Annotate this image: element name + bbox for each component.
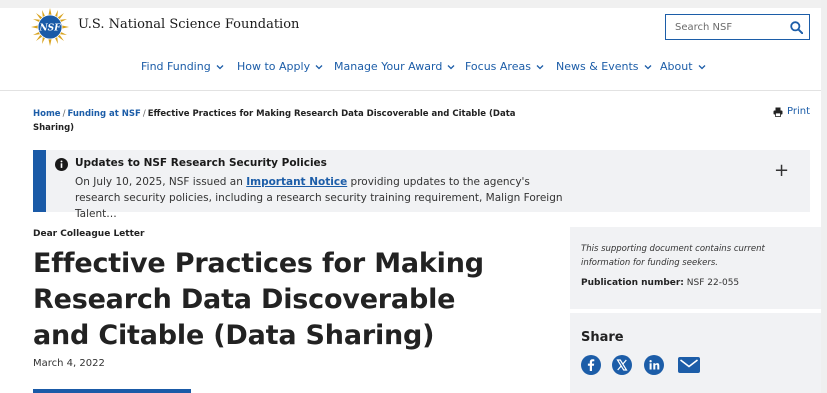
print-label: Print (787, 106, 811, 117)
nav-about[interactable]: About (660, 60, 706, 73)
breadcrumb: Home / Funding at NSF / Effective Practices … (33, 107, 533, 135)
print-button[interactable]: Print (773, 106, 810, 117)
title-underline (33, 389, 191, 393)
search-button[interactable] (784, 15, 808, 39)
top-strip (0, 0, 827, 8)
important-notice-link[interactable]: Important Notice (246, 176, 347, 188)
page-title: Effective Practices for Making Research … (33, 248, 484, 351)
breadcrumb-funding[interactable]: Funding at NSF (67, 109, 140, 119)
x-icon[interactable] (612, 355, 632, 375)
document-note: This supporting document contains curren… (581, 244, 765, 268)
alert-text-before: On July 10, 2025, NSF issued an (75, 176, 247, 188)
publication-number-value: NSF 22-055 (683, 278, 740, 288)
page-edge (821, 0, 827, 393)
nav-how-to-apply[interactable]: How to Apply (237, 60, 323, 73)
main-nav: Find Funding How to Apply Manage Your Aw… (0, 60, 827, 76)
printer-icon (773, 107, 783, 117)
nav-label: Find Funding (141, 60, 211, 73)
breadcrumb-separator: / (142, 109, 146, 119)
breadcrumb-home[interactable]: Home (33, 109, 61, 119)
chevron-down-icon (216, 64, 224, 69)
publication-number-label: Publication number: (581, 278, 684, 288)
nav-news-events[interactable]: News & Events (556, 60, 652, 73)
search-input[interactable] (666, 15, 784, 39)
document-type: Dear Colleague Letter (33, 229, 145, 239)
alert-title: Updates to NSF Research Security Policie… (75, 157, 327, 169)
publication-date: March 4, 2022 (33, 358, 105, 369)
alert-banner: Updates to NSF Research Security Policie… (33, 150, 810, 220)
share-panel: Share (570, 313, 821, 393)
share-title: Share (581, 330, 624, 345)
nav-label: About (660, 60, 693, 73)
alert-accent-bar (33, 150, 46, 212)
chevron-down-icon (644, 64, 652, 69)
nav-find-funding[interactable]: Find Funding (141, 60, 224, 73)
alert-text: On July 10, 2025, NSF issued an Importan… (75, 174, 575, 222)
document-info-panel: This supporting document contains curren… (570, 227, 821, 309)
search-icon (789, 20, 803, 34)
linkedin-icon[interactable] (644, 355, 664, 375)
email-icon[interactable] (678, 356, 700, 374)
nav-focus-areas[interactable]: Focus Areas (465, 60, 544, 73)
nav-manage-award[interactable]: Manage Your Award (334, 60, 455, 73)
header-divider (0, 90, 821, 91)
facebook-icon[interactable] (581, 355, 601, 375)
org-name[interactable]: U.S. National Science Foundation (78, 17, 299, 32)
chevron-down-icon (315, 64, 323, 69)
nav-label: Focus Areas (465, 60, 531, 73)
svg-text:NSF: NSF (38, 24, 61, 34)
nav-label: Manage Your Award (334, 60, 443, 73)
chevron-down-icon (698, 64, 705, 69)
nav-label: How to Apply (237, 60, 311, 73)
nav-label: News & Events (556, 60, 639, 73)
publication-number: Publication number: NSF 22-055 (581, 278, 739, 288)
expand-icon[interactable]: + (774, 160, 789, 181)
nsf-logo[interactable]: NSF (31, 8, 69, 46)
info-icon (55, 158, 68, 171)
chevron-down-icon (536, 64, 544, 69)
chevron-down-icon (447, 64, 455, 69)
search-box (665, 14, 810, 40)
